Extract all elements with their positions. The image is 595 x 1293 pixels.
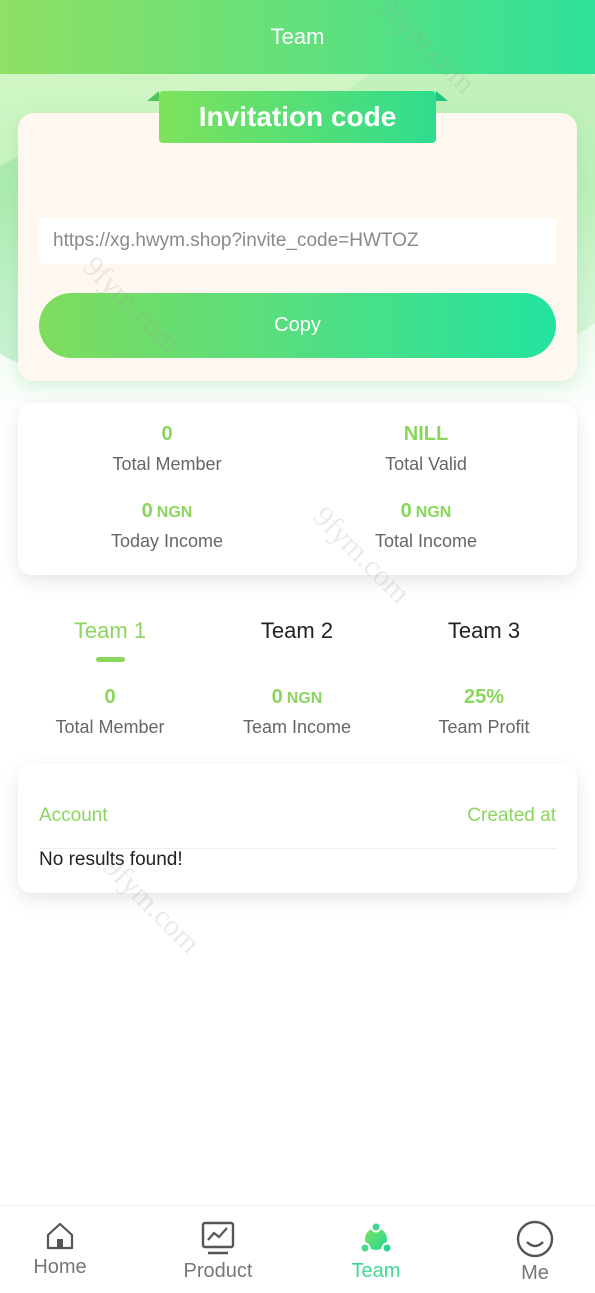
- stat-number: 0: [141, 500, 153, 522]
- bottom-tab-bar: Home Product Team Me: [0, 1205, 595, 1293]
- tabbar-label: Product: [183, 1260, 253, 1282]
- stats-card: 0 Total Member NILL Total Valid 0 NGN Tod…: [18, 403, 577, 575]
- stat-total-valid: NILL Total Valid: [296, 423, 556, 475]
- smile-icon: [516, 1220, 554, 1258]
- stat-today-income: 0 NGN Today Income: [37, 500, 297, 552]
- stat-label: Total Valid: [385, 454, 467, 474]
- tab-team-3[interactable]: Team 3: [394, 618, 574, 644]
- invitation-title: Invitation code: [198, 101, 397, 132]
- active-tab-indicator: [96, 657, 125, 662]
- column-header-created-at: Created at: [467, 805, 556, 826]
- tabbar-label: Team: [351, 1260, 401, 1282]
- stat-value: 0: [104, 686, 116, 708]
- home-icon: [46, 1222, 74, 1250]
- top-header: Team: [0, 0, 595, 74]
- empty-state-text: No results found!: [39, 849, 183, 870]
- stat-number: 0: [400, 500, 412, 522]
- stat-value: 0 NGN: [37, 500, 297, 523]
- stat-number: 0: [271, 686, 283, 708]
- stat-value: NILL: [403, 423, 449, 445]
- copy-button[interactable]: Copy: [39, 293, 556, 358]
- stat-label: Today Income: [110, 531, 224, 551]
- currency-unit: NGN: [286, 690, 323, 707]
- members-table: Account Created at No results found!: [18, 764, 577, 893]
- team-tabs: Team 1 Team 2 Team 3: [0, 612, 595, 672]
- tabbar-item-home[interactable]: Home: [0, 1220, 120, 1279]
- stat-value: 0: [161, 423, 173, 445]
- tabbar-item-product[interactable]: Product: [158, 1220, 278, 1283]
- stat-label: Total Member: [112, 454, 222, 474]
- tab-team-1[interactable]: Team 1: [20, 618, 200, 644]
- stat-value: 0 NGN: [296, 500, 556, 523]
- team-stat-team-income: 0 NGN Team Income: [202, 686, 392, 738]
- team-stat-total-member: 0 Total Member: [15, 686, 205, 738]
- stat-label: Total Member: [55, 717, 165, 737]
- stat-label: Team Profit: [438, 717, 530, 737]
- stat-label: Total Income: [374, 531, 478, 551]
- page-title: Team: [270, 24, 325, 49]
- stat-total-member: 0 Total Member: [37, 423, 297, 475]
- stat-label: Team Income: [242, 717, 352, 737]
- invitation-ribbon: Invitation code: [147, 91, 448, 143]
- tabbar-item-team[interactable]: Team: [316, 1220, 436, 1283]
- invite-link-text[interactable]: https://xg.hwym.shop?invite_code=HWTOZ: [53, 230, 419, 252]
- tabbar-label: Me: [521, 1262, 549, 1284]
- column-header-account: Account: [39, 805, 108, 826]
- tab-team-2[interactable]: Team 2: [207, 618, 387, 644]
- invite-link-field[interactable]: https://xg.hwym.shop?invite_code=HWTOZ: [39, 218, 556, 264]
- chart-icon: [201, 1221, 235, 1255]
- stat-total-income: 0 NGN Total Income: [296, 500, 556, 552]
- team-stat-team-profit: 25% Team Profit: [389, 686, 579, 738]
- tabbar-item-me[interactable]: Me: [475, 1220, 595, 1285]
- currency-unit: NGN: [156, 504, 193, 521]
- team-icon: [359, 1221, 393, 1254]
- currency-unit: NGN: [415, 504, 452, 521]
- stat-value: 0 NGN: [202, 686, 392, 709]
- stat-value: 25%: [463, 686, 505, 708]
- tabbar-label: Home: [33, 1256, 87, 1278]
